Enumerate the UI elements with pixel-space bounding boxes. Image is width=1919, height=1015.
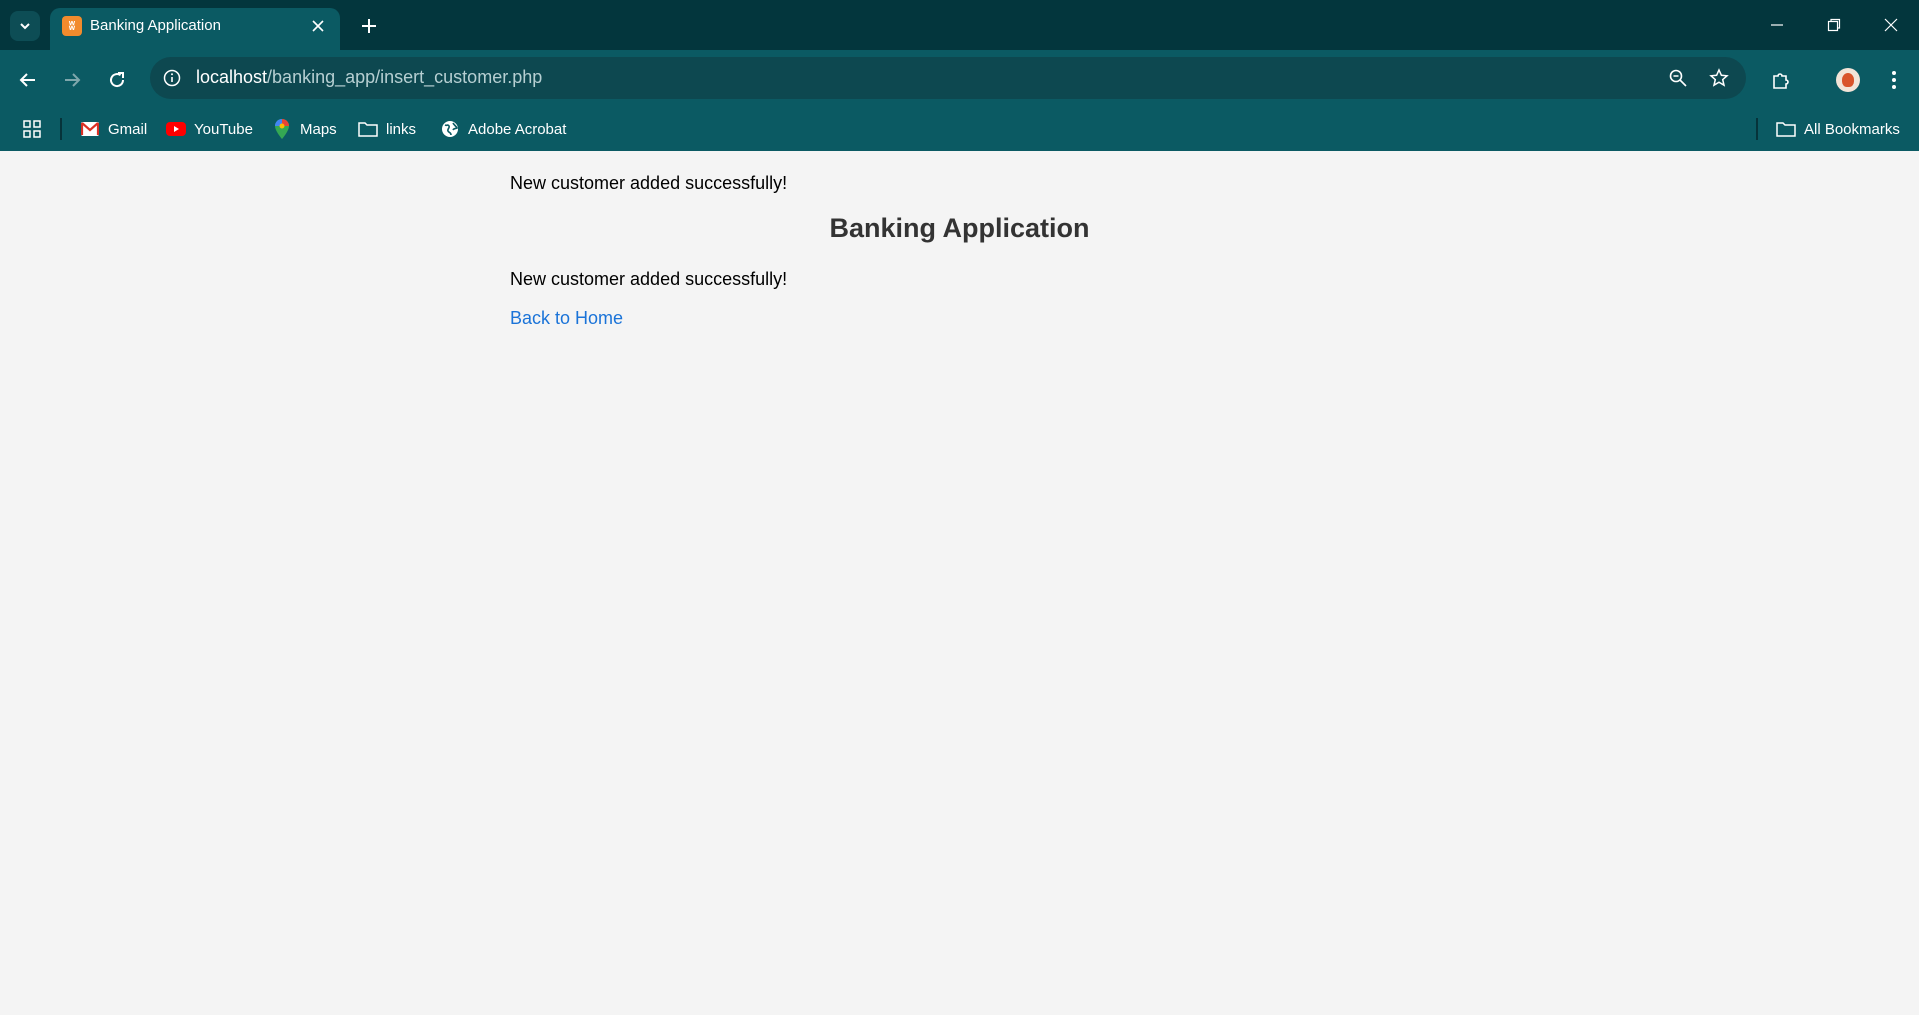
new-tab-button[interactable] [354,11,384,41]
tab-title: Banking Application [90,17,221,34]
bookmark-star-button[interactable] [1707,66,1731,90]
arrow-left-icon [19,73,35,87]
url-text[interactable]: localhost/banking_app/insert_customer.ph… [196,67,542,88]
bookmark-label: Gmail [108,120,148,138]
tab-active[interactable]: ʬ Banking Application [50,8,340,50]
folder-icon [358,119,378,139]
page-title: Banking Application [829,213,1090,243]
zoom-button[interactable] [1666,66,1690,90]
bookmark-adobe-acrobat[interactable]: Adobe Acrobat [440,117,566,141]
forward-button[interactable] [57,65,87,95]
top-success-message: New customer added successfully! [510,173,788,193]
site-info-button[interactable] [160,66,184,90]
youtube-icon [166,119,186,139]
minimize-button[interactable] [1762,10,1792,40]
bookmarks-divider [60,118,62,140]
bookmark-label: YouTube [194,120,253,138]
tab-search-button[interactable] [10,11,40,41]
apps-button[interactable] [22,117,42,141]
close-icon [1884,18,1898,32]
chevron-down-icon [20,23,30,30]
extensions-button[interactable] [1766,65,1796,95]
gmail-icon [80,119,100,139]
puzzle-icon [1773,73,1789,89]
zoom-out-icon [1669,69,1687,87]
xampp-icon: ʬ [62,16,82,36]
url-host: localhost [196,67,268,87]
bookmarks-bar: Gmail YouTube Maps links Adobe Acrobat A… [0,108,1919,151]
arrow-right-icon [65,73,81,87]
all-bookmarks-button[interactable]: All Bookmarks [1776,117,1900,141]
tab-strip: ʬ Banking Application [0,0,1919,50]
maps-icon [272,119,292,139]
info-icon [163,69,181,87]
menu-button[interactable] [1879,65,1909,95]
bookmark-gmail[interactable]: Gmail [80,117,147,141]
bookmark-label: links [386,120,417,138]
bookmark-label: Adobe Acrobat [468,120,567,138]
bookmarks-divider [1756,118,1758,140]
success-message: New customer added successfully! [510,269,788,289]
more-vert-icon [1892,71,1896,89]
avatar [1836,68,1860,92]
back-to-home-link[interactable]: Back to Home [510,308,623,329]
bookmark-maps[interactable]: Maps [272,117,337,141]
profile-button[interactable] [1833,65,1863,95]
browser-toolbar: localhost/banking_app/insert_customer.ph… [0,50,1919,108]
plus-icon [362,19,376,33]
tab-close-button[interactable] [308,16,328,36]
globe-icon [440,119,460,139]
star-icon [1709,68,1729,87]
page-content: New customer added successfully! Banking… [0,151,1919,1015]
bookmark-youtube[interactable]: YouTube [166,117,253,141]
restore-button[interactable] [1819,10,1849,40]
close-icon [312,20,324,32]
back-button[interactable] [13,65,43,95]
bookmark-links-folder[interactable]: links [358,117,416,141]
bookmark-label: Maps [300,120,337,138]
all-bookmarks-label: All Bookmarks [1804,120,1900,138]
minimize-icon [1771,24,1783,26]
address-bar[interactable]: localhost/banking_app/insert_customer.ph… [150,57,1746,99]
restore-icon [1827,18,1841,32]
url-path: /banking_app/insert_customer.php [267,67,543,87]
folder-icon [1776,119,1796,139]
close-window-button[interactable] [1876,10,1906,40]
reload-icon [110,72,125,88]
reload-button[interactable] [102,65,132,95]
apps-grid-icon [23,120,41,138]
